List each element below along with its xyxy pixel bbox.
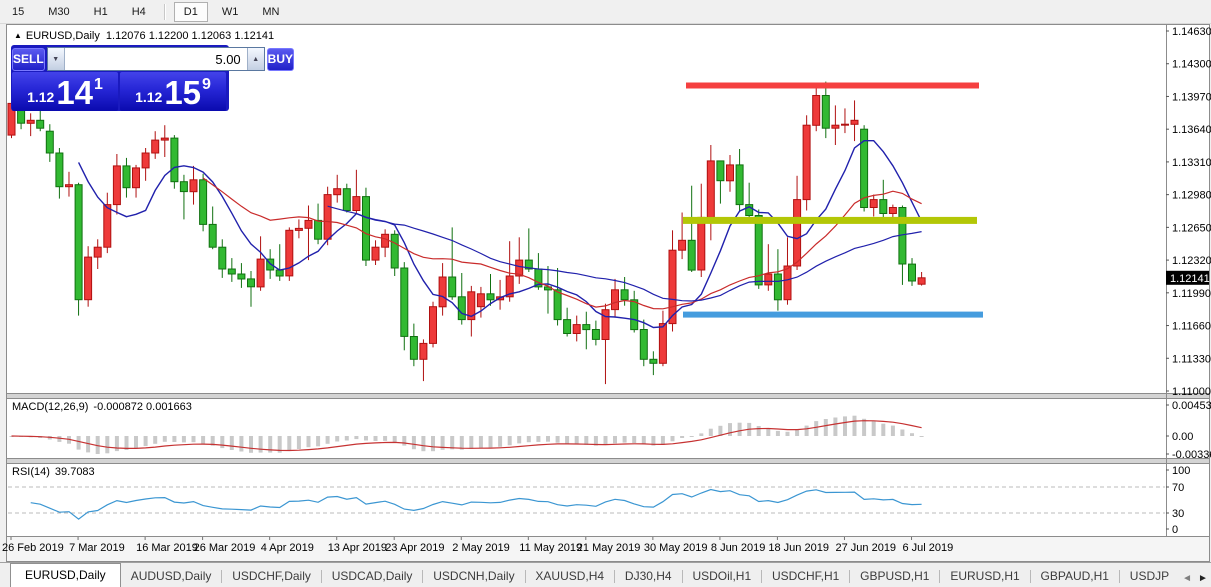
tab-usdoil-h1[interactable]: USDOil,H1: [682, 565, 761, 587]
sell-price-pip: 1: [94, 76, 103, 94]
svg-text:1.12980: 1.12980: [1172, 190, 1211, 202]
tab-audusd-daily[interactable]: AUDUSD,Daily: [121, 565, 222, 587]
symbol-name: EURUSD,Daily: [26, 30, 100, 42]
support-line-blue[interactable]: [683, 312, 983, 318]
rsi-indicator-label: RSI(14) 39.7083: [12, 466, 95, 478]
sell-price-prefix: 1.12: [27, 89, 54, 105]
volume-stepper: ▼ ▲: [47, 47, 265, 71]
tab-gbpusd-h1[interactable]: GBPUSD,H1: [850, 565, 939, 587]
svg-text:1.11330: 1.11330: [1172, 353, 1211, 365]
svg-text:21 May 2019: 21 May 2019: [577, 542, 641, 554]
volume-input[interactable]: [65, 48, 247, 70]
svg-text:0: 0: [1172, 524, 1178, 536]
tab-usdcad-daily[interactable]: USDCAD,Daily: [322, 565, 423, 587]
tab-eurusd-h1[interactable]: EURUSD,H1: [940, 565, 1029, 587]
svg-text:11 May 2019: 11 May 2019: [519, 542, 582, 554]
svg-text:18 Jun 2019: 18 Jun 2019: [768, 542, 829, 554]
buy-price-box[interactable]: 1.12159: [120, 72, 226, 111]
svg-text:1.12650: 1.12650: [1172, 222, 1211, 234]
svg-text:7 Mar 2019: 7 Mar 2019: [69, 542, 125, 554]
resistance-line-red[interactable]: [686, 83, 979, 89]
tab-gbpaud-h1[interactable]: GBPAUD,H1: [1031, 565, 1119, 587]
svg-text:1.12141: 1.12141: [1170, 273, 1210, 285]
up-arrow-icon: ▲: [252, 56, 259, 63]
svg-text:1.13310: 1.13310: [1172, 157, 1211, 169]
tab-scroll-left-icon[interactable]: ◄: [1182, 573, 1192, 584]
svg-text:1.11000: 1.11000: [1172, 386, 1211, 398]
tab-usdcnh-daily[interactable]: USDCNH,Daily: [423, 565, 524, 587]
sell-price-main: 14: [56, 75, 93, 111]
svg-text:26 Feb 2019: 26 Feb 2019: [2, 542, 64, 554]
rsi-name: RSI(14): [12, 466, 50, 478]
pivot-line-olive[interactable]: [683, 217, 977, 224]
tab-xauusd-h4[interactable]: XAUUSD,H4: [525, 565, 614, 587]
svg-text:1.11990: 1.11990: [1172, 288, 1211, 300]
svg-text:8 Jun 2019: 8 Jun 2019: [711, 542, 765, 554]
ohlc-values: 1.12076 1.12200 1.12063 1.12141: [106, 30, 274, 42]
rsi-value: 39.7083: [55, 466, 95, 478]
svg-text:1.11660: 1.11660: [1172, 321, 1211, 333]
svg-text:13 Apr 2019: 13 Apr 2019: [328, 542, 387, 554]
tab-eurusd-daily[interactable]: EURUSD,Daily: [10, 563, 121, 587]
macd-values: -0.000872 0.001663: [93, 401, 191, 413]
sell-price-box[interactable]: 1.12141: [12, 72, 118, 111]
macd-name: MACD(12,26,9): [12, 401, 88, 413]
svg-text:30 May 2019: 30 May 2019: [644, 542, 708, 554]
chart-window: 1.146301.143001.139701.136401.133101.129…: [6, 24, 1209, 561]
tab-usdchf-h1[interactable]: USDCHF,H1: [762, 565, 849, 587]
buy-price-main: 15: [164, 75, 201, 111]
down-arrow-icon: ▼: [52, 56, 59, 63]
symbol-marker-icon: ▲: [14, 31, 22, 40]
svg-text:1.13640: 1.13640: [1172, 124, 1211, 136]
volume-increase-button[interactable]: ▲: [247, 48, 264, 70]
buy-button[interactable]: BUY: [267, 48, 294, 71]
svg-text:4 Apr 2019: 4 Apr 2019: [261, 542, 314, 554]
svg-text:16 Mar 2019: 16 Mar 2019: [136, 542, 198, 554]
svg-text:27 Jun 2019: 27 Jun 2019: [836, 542, 897, 554]
chart-title: ▲ EURUSD,Daily 1.12076 1.12200 1.12063 1.1…: [14, 30, 274, 42]
current-price-tag: 1.12141: [1166, 271, 1210, 285]
svg-text:30: 30: [1172, 508, 1184, 520]
svg-text:70: 70: [1172, 482, 1184, 494]
svg-text:-0.003362: -0.003362: [1172, 449, 1211, 461]
svg-text:26 Mar 2019: 26 Mar 2019: [194, 542, 256, 554]
svg-text:1.14300: 1.14300: [1172, 59, 1211, 71]
svg-text:1.12320: 1.12320: [1172, 255, 1211, 267]
svg-text:6 Jul 2019: 6 Jul 2019: [903, 542, 954, 554]
one-click-trading-panel: SELL ▼ ▲ BUY 1.12141 1.12159: [11, 45, 229, 111]
svg-text:0.00: 0.00: [1172, 431, 1193, 443]
tab-usdchf-daily[interactable]: USDCHF,Daily: [222, 565, 321, 587]
svg-text:1.13970: 1.13970: [1172, 92, 1211, 104]
buy-price-prefix: 1.12: [135, 89, 162, 105]
svg-text:2 May 2019: 2 May 2019: [452, 542, 509, 554]
volume-decrease-button[interactable]: ▼: [48, 48, 65, 70]
svg-text:23 Apr 2019: 23 Apr 2019: [385, 542, 444, 554]
sell-button[interactable]: SELL: [12, 48, 45, 71]
tab-scroll-right-icon[interactable]: ►: [1198, 573, 1208, 584]
tab-usdjpy-truncated[interactable]: USDJP: [1120, 565, 1179, 587]
chart-tab-bar: EURUSD,Daily AUDUSD,Daily USDCHF,Daily U…: [0, 562, 1211, 587]
svg-text:100: 100: [1172, 465, 1190, 477]
trading-platform-window: 15 M30 H1 H4 D1 W1 MN 1.146301.143001.13…: [0, 0, 1211, 587]
macd-indicator-label: MACD(12,26,9) -0.000872 0.001663: [12, 401, 192, 413]
tab-dj30-h4[interactable]: DJ30,H4: [615, 565, 682, 587]
svg-text:1.14630: 1.14630: [1172, 26, 1211, 38]
svg-text:0.004537: 0.004537: [1172, 400, 1211, 412]
buy-price-pip: 9: [202, 76, 211, 94]
